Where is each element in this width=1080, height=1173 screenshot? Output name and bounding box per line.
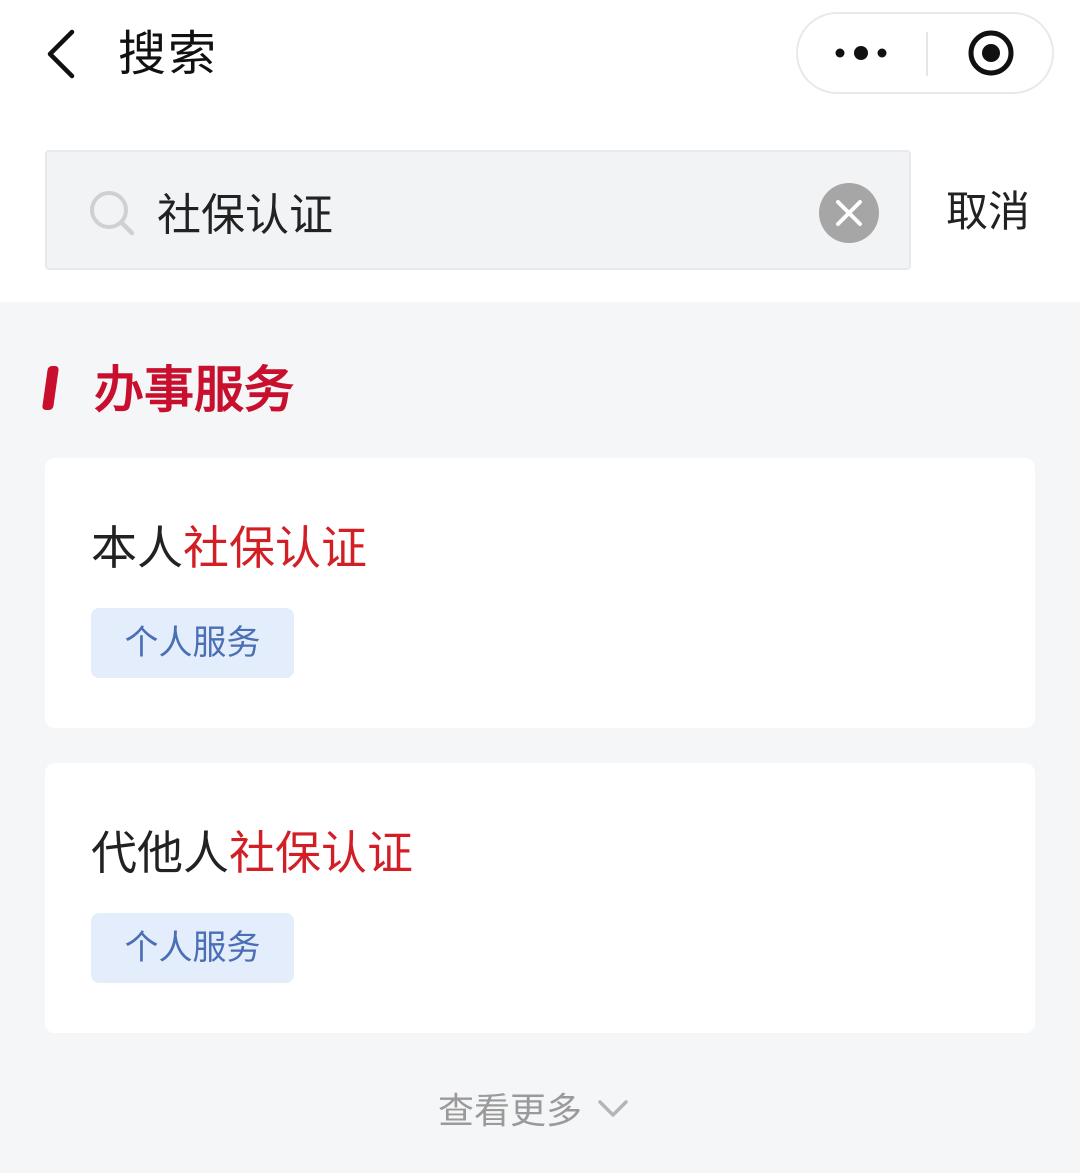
- clear-search-button[interactable]: [819, 183, 879, 243]
- clear-x-icon: [836, 200, 862, 226]
- view-more-button[interactable]: 查看更多: [438, 1080, 630, 1136]
- top-bar: 搜索 取消: [0, 0, 1080, 302]
- back-button[interactable]: [36, 24, 86, 84]
- result-title-prefix: 代他人: [91, 826, 229, 880]
- result-title: 本人社保认证: [91, 516, 367, 580]
- more-dots-icon: [835, 46, 887, 60]
- chevron-left-icon: [47, 29, 75, 79]
- service-tag: 个人服务: [91, 608, 294, 678]
- mini-program-capsule: [796, 12, 1054, 94]
- search-icon: [90, 191, 135, 236]
- more-button[interactable]: [798, 14, 926, 92]
- result-title-highlight: 社保认证: [183, 521, 367, 575]
- result-title-highlight: 社保认证: [229, 826, 413, 880]
- section-accent-bar: [41, 366, 60, 410]
- result-title: 代他人社保认证: [91, 821, 413, 885]
- result-card[interactable]: 代他人社保认证 个人服务: [45, 763, 1035, 1033]
- chevron-down-icon: [598, 1100, 628, 1117]
- result-card[interactable]: 本人社保认证 个人服务: [45, 458, 1035, 728]
- cancel-button[interactable]: 取消: [946, 182, 1030, 242]
- search-bar: [45, 150, 911, 270]
- target-circle-icon: [968, 30, 1014, 76]
- page-title: 搜索: [118, 26, 219, 82]
- section-title: 办事服务: [94, 361, 294, 419]
- result-title-prefix: 本人: [91, 521, 183, 575]
- search-input[interactable]: [157, 176, 797, 246]
- close-mini-program-button[interactable]: [928, 14, 1054, 92]
- view-more-label: 查看更多: [438, 1091, 583, 1132]
- service-tag: 个人服务: [91, 913, 294, 983]
